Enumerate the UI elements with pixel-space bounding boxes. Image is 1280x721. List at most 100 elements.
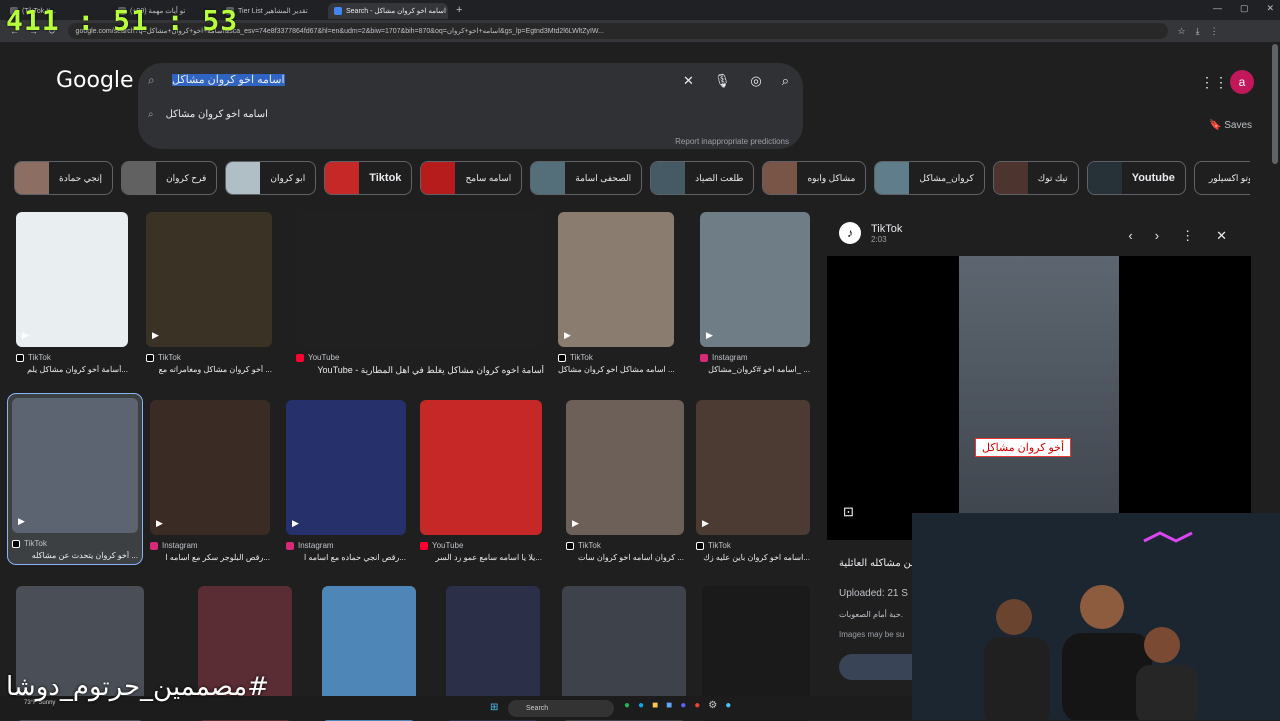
- suggestion-text: اسامه اخو كروان مشاكل: [165, 109, 268, 120]
- source-label: YouTube: [308, 353, 340, 362]
- menu-dots-icon[interactable]: ⋮: [1210, 26, 1219, 37]
- result-thumbnail[interactable]: ▶: [150, 400, 270, 535]
- result-title[interactable]: رقص انجي حماده مع اسامه ا...: [286, 553, 406, 562]
- page-scrollbar[interactable]: [1272, 44, 1278, 164]
- search-submit-icon[interactable]: ⌕: [782, 73, 789, 89]
- clear-icon[interactable]: ✕: [683, 73, 694, 89]
- chip[interactable]: الصحفى اسامة: [530, 161, 643, 195]
- mic-icon[interactable]: 🎙: [714, 73, 731, 89]
- app-icon[interactable]: ●: [725, 700, 731, 711]
- result-card[interactable]: ▶ TikTok اسامه اخو كروان باين عليه زك...: [696, 400, 810, 562]
- google-favicon-icon: [334, 7, 342, 15]
- preview-source[interactable]: TikTok: [871, 223, 902, 235]
- chip-thumbnail: [875, 162, 910, 194]
- saves-button[interactable]: 🔖 Saves: [1209, 120, 1252, 131]
- result-title[interactable]: اسامه مشاكل اخو كروان مشاكل ...: [558, 365, 674, 374]
- preview-title[interactable]: من مشاكله العائلية: [839, 558, 916, 569]
- chrome-icon[interactable]: ●: [694, 700, 700, 711]
- result-thumbnail[interactable]: ▶: [12, 398, 138, 533]
- result-thumbnail[interactable]: ▶: [558, 212, 674, 347]
- result-card[interactable]: ▶ TikTok أخو كروان مشاكل ومغامراته مع ..…: [146, 212, 272, 374]
- result-thumbnail[interactable]: [420, 400, 542, 535]
- result-title[interactable]: أخو كروان يتحدث عن مشاكله ...: [12, 551, 138, 560]
- taskbar-search-label: Search: [526, 705, 549, 712]
- lens-icon[interactable]: ◎: [750, 73, 761, 89]
- chip[interactable]: Youtube: [1086, 161, 1186, 195]
- result-thumbnail[interactable]: ▶: [286, 400, 406, 535]
- result-card[interactable]: ▶ Instagram رقص انجي حماده مع اسامه ا...: [286, 400, 406, 562]
- prev-icon[interactable]: ‹: [1128, 228, 1132, 244]
- chip[interactable]: كروان_مشاكل: [874, 161, 985, 195]
- result-card[interactable]: ▶ TikTok اسامه مشاكل اخو كروان مشاكل ...: [558, 212, 674, 374]
- chip[interactable]: Tiktok: [324, 161, 413, 195]
- minimize-icon[interactable]: —: [1213, 3, 1222, 14]
- spotify-icon[interactable]: ●: [624, 700, 630, 711]
- result-thumbnail[interactable]: ▶: [146, 212, 272, 347]
- edge-icon[interactable]: ●: [638, 700, 644, 711]
- chip-label: Tiktok: [369, 172, 402, 184]
- chip[interactable]: إنجي حمادة: [14, 161, 114, 195]
- download-icon[interactable]: ⤓: [1196, 26, 1200, 37]
- chip[interactable]: فرح كروان: [121, 161, 218, 195]
- instagram-icon: [700, 353, 708, 362]
- chip[interactable]: طلعت الصياد: [650, 161, 755, 195]
- chip[interactable]: تيك توك: [992, 161, 1079, 195]
- result-title[interactable]: اسامه اخو #كروان_مشاكل_ ...: [700, 365, 810, 374]
- avatar[interactable]: a: [1230, 70, 1254, 94]
- video-frame: [959, 256, 1119, 540]
- watermark-text: #مصممين_حرتوم_دوشا: [6, 672, 269, 702]
- result-card[interactable]: ▶ Instagram اسامه اخو #كروان_مشاكل_ ...: [700, 212, 810, 374]
- taskbar-search[interactable]: Search: [508, 700, 614, 717]
- result-title[interactable]: أسامة أخو كروان مشاكل يلم...: [16, 365, 128, 374]
- result-thumbnail[interactable]: ▶: [696, 400, 810, 535]
- lens-search-icon[interactable]: ⊡: [843, 504, 854, 520]
- close-icon[interactable]: ✕: [1216, 228, 1227, 244]
- chip[interactable]: دوتو اكسيلور: [1193, 161, 1250, 195]
- store-icon[interactable]: ■: [666, 700, 672, 711]
- result-title[interactable]: كروان اسامه اخو كروان سات ...: [566, 553, 684, 562]
- settings-icon[interactable]: ⚙: [708, 700, 717, 711]
- result-card[interactable]: ▶ TikTok أسامة أخو كروان مشاكل يلم...: [16, 212, 128, 374]
- saves-label: Saves: [1224, 120, 1253, 131]
- next-icon[interactable]: ›: [1155, 228, 1159, 244]
- source-label: TikTok: [570, 353, 593, 362]
- play-icon: ▶: [18, 516, 25, 526]
- result-title[interactable]: يلا يا اسامه سامع عمو رد السر...: [420, 553, 542, 562]
- maximize-icon[interactable]: ▢: [1240, 3, 1249, 14]
- preview-header: ♪ TikTok 2:03: [839, 222, 902, 244]
- result-thumbnail[interactable]: ▶: [700, 212, 810, 347]
- more-options-icon[interactable]: ⋮: [1181, 228, 1194, 244]
- result-card[interactable]: ▶ TikTok كروان اسامه اخو كروان سات ...: [566, 400, 684, 562]
- result-title[interactable]: اسامه اخو كروان باين عليه زك...: [696, 553, 810, 562]
- result-card[interactable]: ▶ Instagram رقص البلوجر سكر مع اسامه ا..…: [150, 400, 270, 562]
- result-title[interactable]: أخو كروان مشاكل ومغامراته مع ...: [146, 365, 272, 374]
- preview-video[interactable]: أخو كروان مشاكل ⊡: [827, 256, 1251, 540]
- new-tab-button[interactable]: +: [448, 4, 470, 16]
- bookmark-star-icon[interactable]: ☆: [1178, 26, 1186, 37]
- result-card[interactable]: YouTube يلا يا اسامه سامع عمو رد السر...: [420, 400, 542, 562]
- chip[interactable]: مشاكل وابوه: [762, 161, 867, 195]
- discord-icon[interactable]: ●: [680, 700, 686, 711]
- result-title[interactable]: YouTube - أسامة اخوه كروان مشاكل يغلط في…: [296, 365, 544, 376]
- folder-icon[interactable]: ■: [652, 700, 658, 711]
- source-label: Instagram: [298, 541, 334, 550]
- chip-label: ابو كروان: [270, 172, 306, 183]
- close-window-icon[interactable]: ✕: [1266, 3, 1274, 14]
- chip[interactable]: ابو كروان: [225, 161, 317, 195]
- windows-start-icon[interactable]: ⊞: [490, 702, 498, 713]
- chip[interactable]: اسامه سامح: [420, 161, 523, 195]
- browser-tab-active[interactable]: Search - اسامه اخو كروان مشاكل: [328, 3, 448, 19]
- result-title[interactable]: رقص البلوجر سكر مع اسامه ا...: [150, 553, 270, 562]
- search-box[interactable]: ⌕ اسامه اخو كروان مشاكل ✕ 🎙 ◎ ⌕ ⌕ اسامه …: [138, 63, 803, 149]
- source-label: TikTok: [708, 541, 731, 550]
- result-thumbnail[interactable]: ▶: [566, 400, 684, 535]
- suggestion-item[interactable]: ⌕ اسامه اخو كروان مشاكل: [148, 109, 268, 120]
- result-card[interactable]: YouTube YouTube - أسامة اخوه كروان مشاكل…: [296, 212, 544, 376]
- result-thumbnail[interactable]: ▶: [16, 212, 128, 347]
- result-card-selected[interactable]: ▶ TikTok أخو كروان يتحدث عن مشاكله ...: [7, 393, 143, 565]
- google-logo[interactable]: Google: [56, 68, 134, 93]
- report-predictions-link[interactable]: Report inappropriate predictions: [675, 137, 789, 146]
- source-label: TikTok: [578, 541, 601, 550]
- search-input[interactable]: اسامه اخو كروان مشاكل: [172, 73, 285, 86]
- result-thumbnail[interactable]: [296, 212, 544, 347]
